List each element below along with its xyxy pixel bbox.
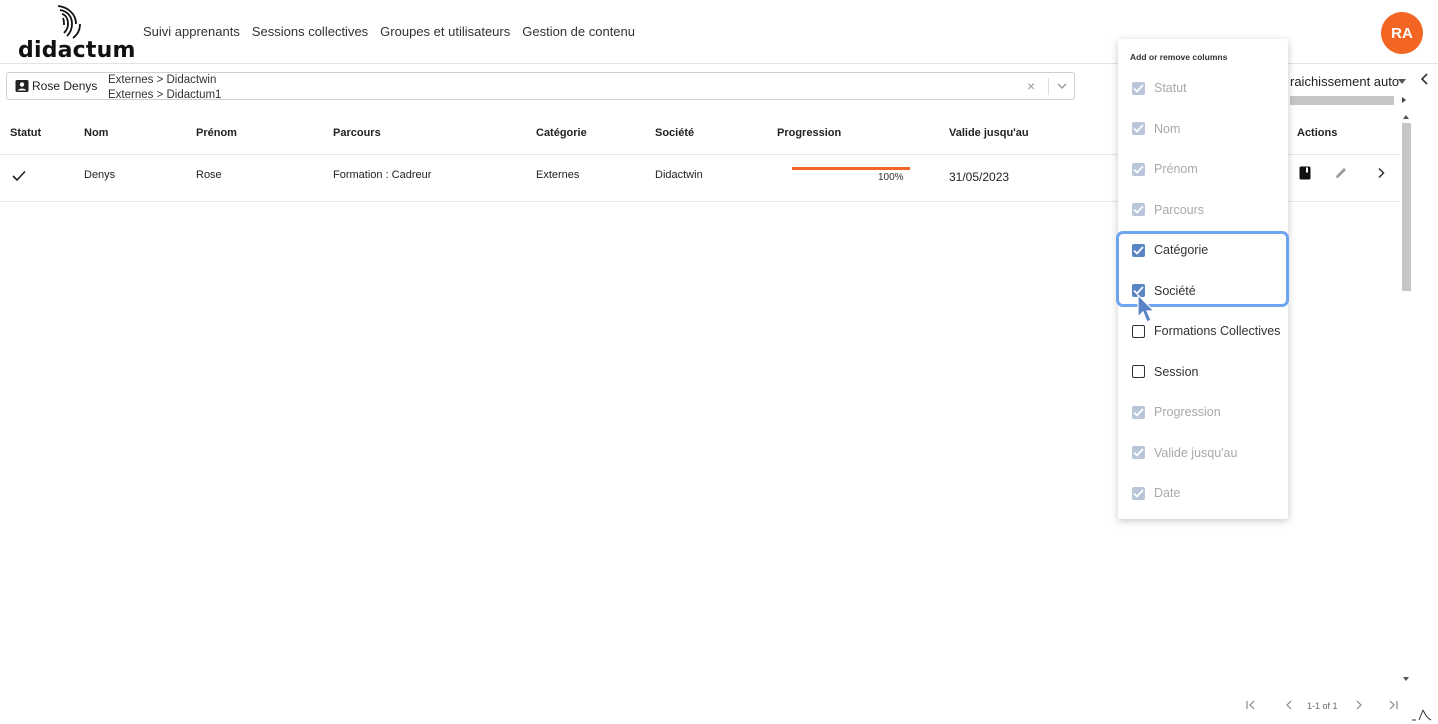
clear-icon[interactable]: × [1027,78,1035,94]
progress-bar [792,167,910,170]
fingerprint-logo-icon [57,5,81,39]
main-nav: Suivi apprenants Sessions collectives Gr… [143,24,635,39]
learner-filter-select[interactable]: Rose Denys Externes > Didactwin Externes… [6,72,1075,103]
previous-page-icon[interactable] [1282,698,1296,712]
next-page-icon[interactable] [1352,698,1366,712]
column-option-label: Progression [1154,405,1221,419]
book-icon[interactable] [1297,165,1313,181]
cell-valide: 31/05/2023 [949,170,1010,184]
pencil-icon[interactable] [1333,165,1349,181]
filter-chip-label: Rose Denys [32,79,98,93]
auto-refresh-select[interactable]: raichissement auto [1290,74,1399,89]
column-option[interactable]: Session [1132,363,1198,381]
column-option: Statut [1132,79,1187,97]
column-header-categorie[interactable]: Catégorie [536,127,587,139]
chevron-left-icon[interactable] [1418,70,1432,88]
column-option-checkbox [1132,122,1145,135]
pagination-range: 1-1 of 1 [1307,701,1338,711]
column-option-checkbox[interactable] [1132,365,1145,378]
column-option: Nom [1132,120,1180,138]
scroll-up-icon[interactable] [1403,115,1409,119]
column-header-parcours[interactable]: Parcours [333,127,381,139]
column-option-checkbox[interactable] [1132,324,1145,338]
column-header-statut[interactable]: Statut [10,127,41,139]
column-option-checkbox [1132,486,1145,500]
column-option-label: Prénom [1154,162,1198,176]
chevron-down-icon[interactable] [1054,76,1070,96]
last-page-icon[interactable] [1386,698,1400,712]
nav-sessions-collectives[interactable]: Sessions collectives [252,24,368,39]
cell-parcours: Formation : Cadreur [333,169,432,181]
cell-societe: Didactwin [655,169,703,181]
column-header-nom[interactable]: Nom [84,127,108,139]
nav-groupes-utilisateurs[interactable]: Groupes et utilisateurs [380,24,510,39]
column-option: Date [1132,484,1180,502]
column-option: Prénom [1132,160,1198,178]
avatar[interactable]: RA [1381,12,1423,54]
column-header-prenom[interactable]: Prénom [196,127,237,139]
filter-paths: Externes > Didactwin Externes > Didactum… [108,73,221,103]
cell-prenom: Rose [196,169,222,181]
vertical-scrollbar[interactable] [1402,123,1411,291]
column-header-societe[interactable]: Société [655,127,694,139]
logo-text: didactum [18,38,136,63]
scroll-right-icon[interactable] [1402,97,1406,103]
column-option-checkbox [1132,203,1145,216]
contact-card-icon [15,80,29,92]
nav-gestion-contenu[interactable]: Gestion de contenu [522,24,635,39]
column-option-label: Valide jusqu'au [1154,445,1238,460]
chevron-right-icon[interactable] [1373,165,1389,181]
column-option: Progression [1132,403,1221,421]
progress-fill [792,167,910,170]
column-option: Parcours [1132,201,1204,219]
filter-chip[interactable]: Rose Denys [15,79,97,93]
column-option-label: Statut [1154,81,1187,95]
nav-suivi-apprenants[interactable]: Suivi apprenants [143,24,240,39]
column-option-checkbox [1132,81,1145,95]
column-option-label: Parcours [1154,202,1205,217]
filter-path: Externes > Didactum1 [108,89,222,101]
mouse-cursor-icon [1137,293,1156,323]
progress-label: 100% [878,172,904,183]
column-header-valide[interactable]: Valide jusqu'au [949,127,1029,139]
caret-down-icon[interactable] [1398,79,1406,84]
column-option-label: Session [1154,364,1199,379]
column-option: Valide jusqu'au [1132,444,1237,462]
check-icon [12,170,26,182]
column-option-label: Date [1154,486,1181,500]
column-header-progression[interactable]: Progression [777,127,841,139]
column-header-actions: Actions [1297,127,1338,139]
by-didactum-logo-icon [1412,709,1432,721]
column-option-label: Formations Collectives [1154,324,1281,338]
filter-path: Externes > Didactwin [108,74,217,86]
cell-categorie: Externes [536,169,580,181]
column-option-checkbox [1132,405,1145,419]
horizontal-scrollbar[interactable] [1290,96,1394,105]
first-page-icon[interactable] [1244,698,1258,712]
logo[interactable]: didactum [18,4,135,63]
cell-nom: Denys [84,169,116,181]
column-option-checkbox [1132,162,1145,176]
column-option-label: Nom [1154,121,1181,136]
scroll-down-icon[interactable] [1403,677,1409,681]
divider [1048,78,1049,95]
column-option-checkbox [1132,446,1145,459]
column-menu-title: Add or remove columns [1130,52,1228,62]
